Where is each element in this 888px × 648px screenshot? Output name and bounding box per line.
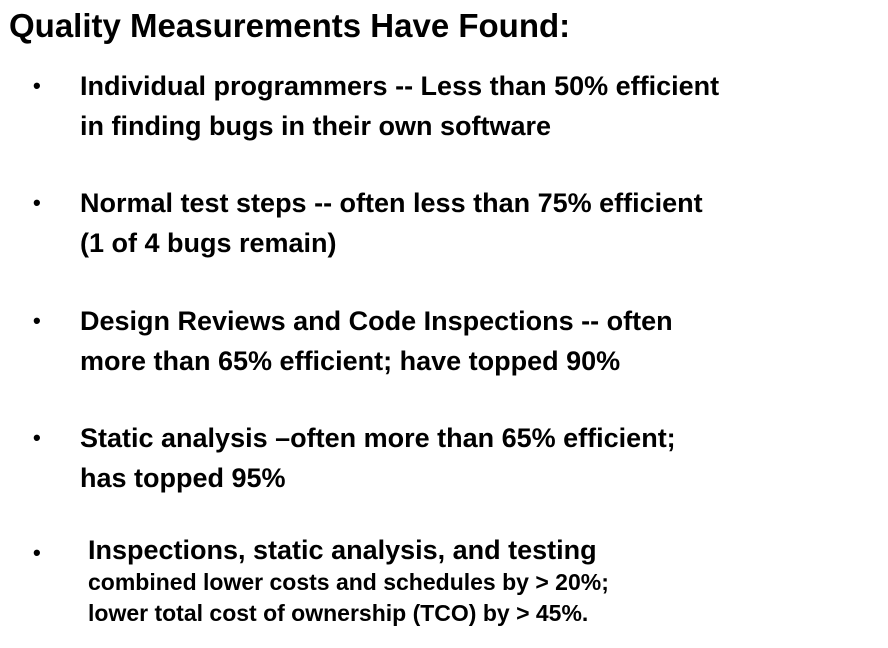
bullet-line: Individual programmers -- Less than 50% … xyxy=(80,71,720,101)
bullet-line: more than 65% efficient; have topped 90% xyxy=(80,346,621,376)
bullet-line: Normal test steps -- often less than 75%… xyxy=(80,188,703,218)
bullet-line: Design Reviews and Code Inspections -- o… xyxy=(80,306,673,336)
bullet-dot-icon: • xyxy=(33,308,41,333)
slide: Quality Measurements Have Found: • Indiv… xyxy=(0,0,888,648)
bullet-line: (1 of 4 bugs remain) xyxy=(80,228,337,258)
bullet-text: Static analysis –often more than 65% eff… xyxy=(80,418,676,498)
slide-title: Quality Measurements Have Found: xyxy=(9,7,571,44)
bullet-dot-icon: • xyxy=(33,540,41,565)
bullet-dot-icon: • xyxy=(33,425,41,450)
bullet-line: combined lower costs and schedules by > … xyxy=(88,569,609,595)
bullet-line: Static analysis –often more than 65% eff… xyxy=(80,423,676,453)
bullet-line: in finding bugs in their own software xyxy=(80,111,551,141)
bullet-text: Inspections, static analysis, and testin… xyxy=(88,533,609,629)
bullet-line: Inspections, static analysis, and testin… xyxy=(88,535,597,565)
bullet-dot-icon: • xyxy=(33,73,41,98)
bullet-text: Design Reviews and Code Inspections -- o… xyxy=(80,301,673,381)
bullet-text: Individual programmers -- Less than 50% … xyxy=(80,66,719,146)
bullet-text: Normal test steps -- often less than 75%… xyxy=(80,183,703,263)
bullet-line: has topped 95% xyxy=(80,463,286,493)
bullet-line: lower total cost of ownership (TCO) by >… xyxy=(88,600,589,626)
bullet-dot-icon: • xyxy=(33,190,41,215)
